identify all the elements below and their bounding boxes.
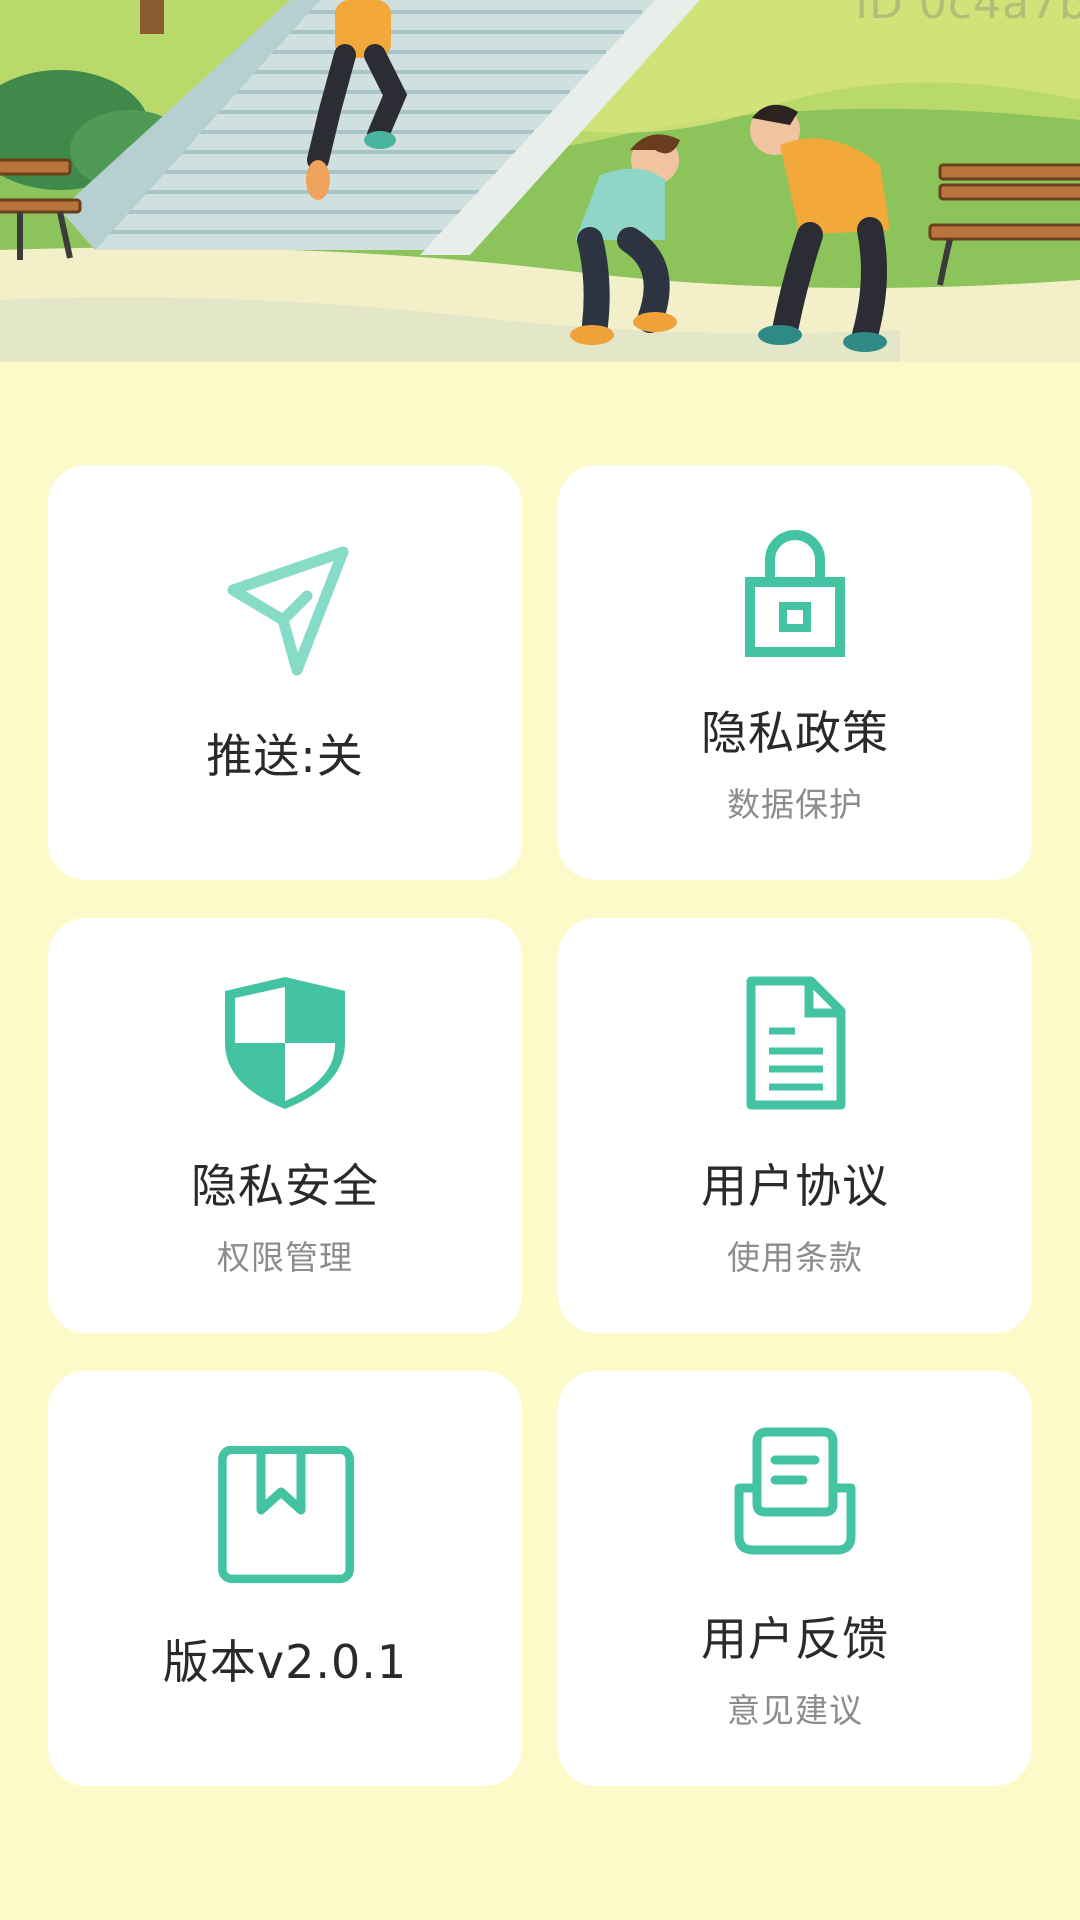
feedback-card[interactable]: 用户反馈 意见建议 [558, 1371, 1032, 1786]
feedback-subtitle: 意见建议 [727, 1691, 863, 1730]
push-toggle-card[interactable]: 推送:关 [48, 465, 522, 880]
version-label: 版本v2.0.1 [162, 1635, 408, 1689]
push-toggle-label: 推送:关 [206, 729, 364, 783]
user-agreement-subtitle: 使用条款 [727, 1238, 863, 1277]
privacy-policy-subtitle: 数据保护 [727, 785, 863, 824]
document-icon [725, 973, 865, 1113]
user-agreement-title: 用户协议 [701, 1159, 889, 1213]
feedback-title: 用户反馈 [701, 1612, 889, 1666]
lock-icon [725, 520, 865, 660]
privacy-security-card[interactable]: 隐私安全 权限管理 [48, 918, 522, 1333]
send-icon [215, 540, 355, 680]
privacy-security-subtitle: 权限管理 [217, 1238, 353, 1277]
version-card[interactable]: 版本v2.0.1 [48, 1371, 522, 1786]
bookmark-icon [215, 1446, 355, 1586]
shield-icon [215, 973, 355, 1113]
park-exercise-illustration [0, 0, 1080, 362]
hero-corner-text: ID 0c4a7b [855, 0, 1080, 29]
privacy-policy-card[interactable]: 隐私政策 数据保护 [558, 465, 1032, 880]
hero-banner: ID 0c4a7b [0, 0, 1080, 362]
user-agreement-card[interactable]: 用户协议 使用条款 [558, 918, 1032, 1333]
privacy-security-title: 隐私安全 [191, 1159, 379, 1213]
feedback-icon [725, 1426, 865, 1566]
privacy-policy-title: 隐私政策 [701, 706, 889, 760]
